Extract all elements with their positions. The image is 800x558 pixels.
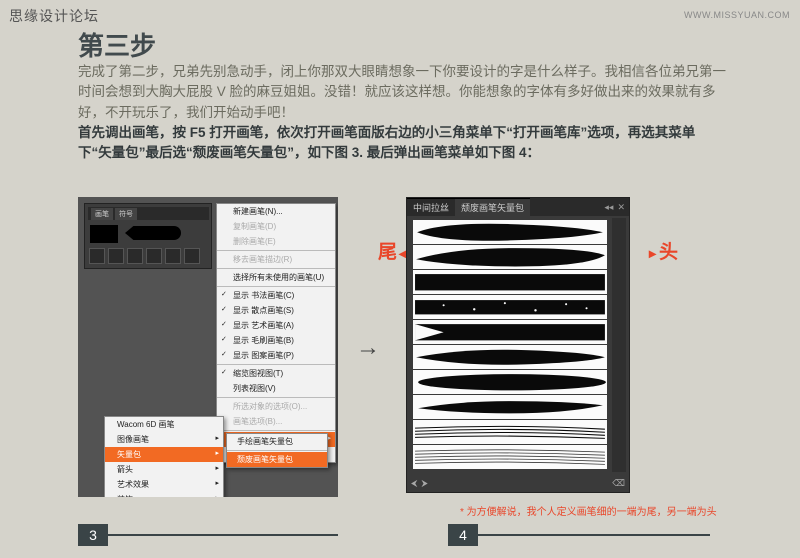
brush-preview-2[interactable]	[413, 245, 607, 269]
figure-4-panel: 尾 头 中间拉丝 颓废画笔矢量包 ◂◂ ✕	[398, 197, 638, 499]
brush-preview-8[interactable]	[413, 395, 607, 419]
lib-image-brush[interactable]: 图像画笔	[105, 432, 223, 447]
menu-remove-stroke[interactable]: 移去画笔描边(R)	[217, 252, 335, 267]
brush-mini-tabs: 画笔 符号	[88, 207, 209, 220]
label-tail: 尾	[378, 237, 406, 264]
menu-select-unused[interactable]: 选择所有未使用的画笔(U)	[217, 270, 335, 285]
menu-show-bristle[interactable]: 显示 毛刷画笔(B)	[217, 333, 335, 348]
menu-delete-brush[interactable]: 删除画笔(E)	[217, 234, 335, 249]
tab-brush[interactable]: 画笔	[91, 208, 113, 220]
brush-preview-6[interactable]	[413, 345, 607, 369]
menu-show-scatter[interactable]: 显示 散点画笔(S)	[217, 303, 335, 318]
chevron-left-icon[interactable]: ◂◂	[604, 202, 613, 213]
menu-show-calligraphic[interactable]: 显示 书法画笔(C)	[217, 288, 335, 303]
brush-thumb	[90, 225, 118, 243]
figure-3-panel: 画笔 符号 新建画笔(N)... 复制画笔(D) 删除画笔(E) 移去画笔描边(…	[78, 197, 338, 497]
footnote: * 为方便解说，我个人定义画笔细的一端为尾，另一端为头	[460, 506, 717, 519]
brush-cell[interactable]	[108, 248, 124, 264]
tab-grunge-pack[interactable]: 颓废画笔矢量包	[455, 198, 530, 216]
lib-wacom[interactable]: Wacom 6D 画笔	[105, 417, 223, 432]
step-4-rule	[478, 534, 710, 536]
brushes-list	[411, 218, 609, 476]
brush-thumb-row	[89, 248, 207, 264]
instruction-paragraph: 完成了第二步，兄弟先别急动手，闭上你那双大眼睛想象一下你要设计的字是什么样子。我…	[78, 62, 726, 163]
brush-panel-menu[interactable]: 新建画笔(N)... 复制画笔(D) 删除画笔(E) 移去画笔描边(R) 选择所…	[216, 203, 336, 463]
brush-mini-panel: 画笔 符号	[84, 203, 212, 269]
prev-icon[interactable]: ⮜	[411, 478, 417, 489]
watermark-right: WWW.MISSYUAN.COM	[684, 10, 790, 20]
tab-middle-draw[interactable]: 中间拉丝	[407, 198, 455, 216]
brushes-library-panel: 中间拉丝 颓废画笔矢量包 ◂◂ ✕	[406, 197, 630, 493]
brush-cell[interactable]	[127, 248, 143, 264]
brush-cell[interactable]	[165, 248, 181, 264]
trash-icon[interactable]: ⌫	[612, 478, 625, 489]
lib-decorative[interactable]: 装饰	[105, 492, 223, 497]
lib-vector-pack[interactable]: 矢量包	[105, 447, 223, 462]
menu-brush-options[interactable]: 画笔选项(B)...	[217, 414, 335, 429]
next-icon[interactable]: ⮞	[421, 478, 428, 489]
para-strong: 首先调出画笔，按 F5 打开画笔，依次打开画笔面版右边的小三角菜单下“打开画笔库…	[78, 125, 695, 160]
step-4-badge: 4	[448, 524, 478, 546]
close-icon[interactable]: ✕	[617, 202, 625, 213]
watermark-left: 思缘设计论坛	[9, 6, 99, 26]
menu-options-selected[interactable]: 所选对象的选项(O)...	[217, 399, 335, 414]
brush-preview-5[interactable]	[413, 320, 607, 344]
step-3-badge: 3	[78, 524, 108, 546]
step-heading: 第三步	[78, 26, 156, 63]
arrow-right-icon: →	[338, 334, 398, 362]
step-3-rule	[108, 534, 338, 536]
brush-preview-9[interactable]	[413, 420, 607, 444]
brush-cell[interactable]	[184, 248, 200, 264]
brushes-header: 中间拉丝 颓废画笔矢量包 ◂◂ ✕	[407, 198, 629, 216]
brush-preview-3[interactable]	[413, 270, 607, 294]
menu-show-art[interactable]: 显示 艺术画笔(A)	[217, 318, 335, 333]
scrollbar[interactable]	[612, 218, 626, 472]
lib-arrows[interactable]: 箭头	[105, 462, 223, 477]
brush-preview-7[interactable]	[413, 370, 607, 394]
brushes-footer: ⮜ ⮞ ⌫	[411, 476, 625, 490]
lib-artistic[interactable]: 艺术效果	[105, 477, 223, 492]
brush-library-menu[interactable]: Wacom 6D 画笔 图像画笔 矢量包 箭头 艺术效果 装饰 边框 毛刷画笔 …	[104, 416, 224, 497]
menu-thumbnail-view[interactable]: 缩览图视图(T)	[217, 366, 335, 381]
menu-duplicate-brush[interactable]: 复制画笔(D)	[217, 219, 335, 234]
brush-preview-4[interactable]	[413, 295, 607, 319]
tab-symbol[interactable]: 符号	[115, 208, 137, 220]
label-head: 头	[649, 237, 678, 264]
para-1: 完成了第二步，兄弟先别急动手，闭上你那双大眼睛想象一下你要设计的字是什么样子。我…	[78, 64, 726, 120]
figures-row: 画笔 符号 新建画笔(N)... 复制画笔(D) 删除画笔(E) 移去画笔描边(…	[78, 197, 738, 499]
menu-list-view[interactable]: 列表视图(V)	[217, 381, 335, 396]
brush-cell[interactable]	[146, 248, 162, 264]
brush-stroke-preview	[125, 226, 181, 240]
vector-pack-submenu[interactable]: 手绘画笔矢量包 颓废画笔矢量包	[226, 433, 328, 468]
menu-show-pattern[interactable]: 显示 图案画笔(P)	[217, 348, 335, 363]
brush-preview-1[interactable]	[413, 220, 607, 244]
sub-grunge[interactable]: 颓废画笔矢量包	[227, 452, 327, 467]
sub-handdrawn[interactable]: 手绘画笔矢量包	[227, 434, 327, 449]
brush-preview-10[interactable]	[413, 445, 607, 469]
brush-cell[interactable]	[89, 248, 105, 264]
menu-new-brush[interactable]: 新建画笔(N)...	[217, 204, 335, 219]
